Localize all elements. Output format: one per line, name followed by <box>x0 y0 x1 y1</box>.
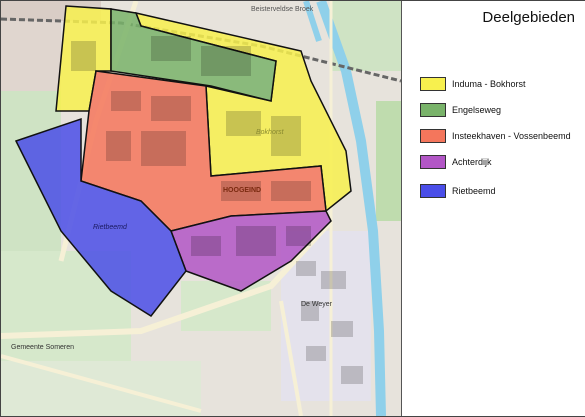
legend-swatch <box>420 103 446 117</box>
legend-item-engelseweg[interactable]: Engelseweg <box>420 103 501 117</box>
legend-swatch <box>420 129 446 143</box>
legend-item-induma-bokhorst[interactable]: Induma - Bokhorst <box>420 77 526 91</box>
map-label-street-north: Beisterveldse Broek <box>251 6 314 13</box>
legend-swatch <box>420 184 446 198</box>
map-label-rietbeemd: Rietbeemd <box>93 224 128 231</box>
green-area-south <box>1 361 201 416</box>
legend-swatch <box>420 77 446 91</box>
map-label-gemeente: Gemeente Someren <box>11 344 74 351</box>
map-label-hoogeind: HOOGEIND <box>223 187 261 194</box>
legend-item-insteekhaven-vossenbeemd[interactable]: Insteekhaven - Vossenbeemd <box>420 129 571 143</box>
map-label-bokhorst: Bokhorst <box>256 129 285 136</box>
legend-label: Insteekhaven - Vossenbeemd <box>452 131 571 141</box>
legend-item-rietbeemd[interactable]: Rietbeemd <box>420 184 496 198</box>
legend-label: Induma - Bokhorst <box>452 79 526 89</box>
legend-item-achterdijk[interactable]: Achterdijk <box>420 155 492 169</box>
legend-label: Achterdijk <box>452 157 492 167</box>
map-canvas: Beisterveldse Broek HOOGEIND Bokhorst Ri… <box>1 1 401 416</box>
legend-label: Rietbeemd <box>452 186 496 196</box>
green-area-east <box>376 101 401 221</box>
legend-label: Engelseweg <box>452 105 502 115</box>
legend-title: Deelgebieden <box>482 9 575 26</box>
residential-northwest <box>1 21 61 91</box>
legend-swatch <box>420 155 446 169</box>
legend-panel: Deelgebieden Induma - Bokhorst Engelsewe… <box>401 1 585 416</box>
map-frame: Beisterveldse Broek HOOGEIND Bokhorst Ri… <box>0 0 585 417</box>
map-label-de-weyer: De Weyer <box>301 301 333 308</box>
